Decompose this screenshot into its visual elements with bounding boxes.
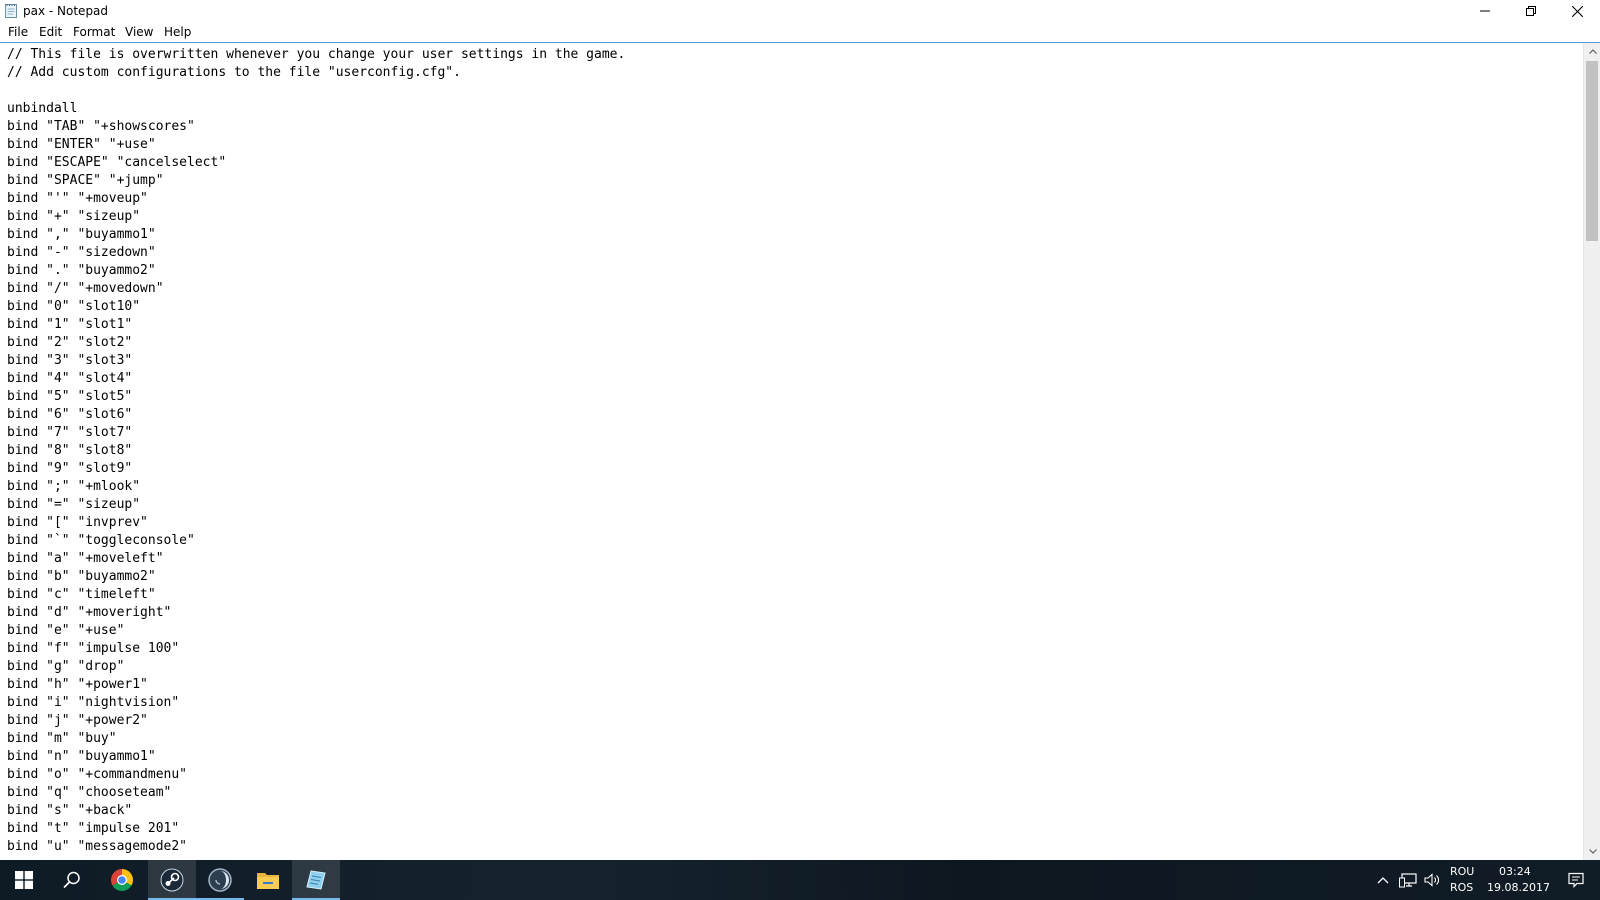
editor-line: bind "f" "impulse 100" [7, 641, 180, 656]
restore-button[interactable] [1508, 0, 1554, 22]
editor-line: bind "o" "+commandmenu" [7, 767, 188, 782]
editor-content[interactable]: // This file is overwritten whenever you… [7, 46, 1577, 856]
editor-line: // This file is overwritten whenever you… [7, 47, 626, 62]
network-button[interactable] [1396, 860, 1420, 900]
editor-line: bind "," "buyammo1" [7, 227, 156, 242]
editor-line: bind "9" "slot9" [7, 461, 133, 476]
clock[interactable]: 03:24 19.08.2017 [1484, 865, 1554, 895]
half-moon-app-icon [208, 868, 232, 892]
editor-line: bind "h" "+power1" [7, 677, 148, 692]
vertical-scrollbar[interactable] [1583, 43, 1600, 860]
app-taskbar-button[interactable] [196, 860, 244, 900]
scroll-down-button[interactable] [1584, 843, 1600, 860]
editor-line: bind "e" "+use" [7, 623, 125, 638]
editor-line: bind "ENTER" "+use" [7, 137, 156, 152]
editor-line: bind "s" "+back" [7, 803, 133, 818]
editor-line: unbindall [7, 101, 78, 116]
notepad-app-icon [4, 3, 18, 18]
editor-line: bind "." "buyammo2" [7, 263, 156, 278]
editor-line: // Add custom configurations to the file… [7, 65, 461, 80]
minimize-button[interactable] [1462, 0, 1508, 22]
keyboard-layout-code: ROS [1450, 881, 1474, 894]
editor-line: bind "6" "slot6" [7, 407, 133, 422]
steam-taskbar-button[interactable] [148, 860, 196, 900]
input-language-indicator[interactable]: ROU ROS [1450, 865, 1482, 895]
menu-bar: File Edit Format View Help [0, 22, 1600, 42]
editor-line: bind "1" "slot1" [7, 317, 133, 332]
editor-line: bind "4" "slot4" [7, 371, 133, 386]
editor-line: bind "0" "slot10" [7, 299, 141, 314]
editor-line: bind "'" "+moveup" [7, 191, 148, 206]
restore-icon [1526, 6, 1536, 16]
menu-format[interactable]: Format [72, 24, 116, 40]
close-icon [1571, 5, 1583, 17]
taskbar: ROU ROS 03:24 19.08.2017 [0, 860, 1600, 900]
editor-line: bind "8" "slot8" [7, 443, 133, 458]
editor-line: bind "5" "slot5" [7, 389, 133, 404]
editor-line: bind "i" "nightvision" [7, 695, 180, 710]
editor-line: bind "`" "toggleconsole" [7, 533, 195, 548]
editor-line: bind "=" "sizeup" [7, 497, 141, 512]
editor-line: bind "7" "slot7" [7, 425, 133, 440]
editor-line: bind "[" "invprev" [7, 515, 148, 530]
notifications-icon [1568, 872, 1584, 888]
start-button[interactable] [0, 860, 48, 900]
title-bar[interactable]: pax - Notepad [0, 0, 1600, 22]
menu-view[interactable]: View [124, 24, 154, 40]
editor-line: bind "a" "+moveleft" [7, 551, 164, 566]
minimize-icon [1480, 10, 1490, 12]
volume-button[interactable] [1420, 860, 1444, 900]
editor-line: bind "ESCAPE" "cancelselect" [7, 155, 227, 170]
chevron-down-icon [1588, 849, 1597, 854]
editor-line: bind "TAB" "+showscores" [7, 119, 195, 134]
editor-line: bind "t" "impulse 201" [7, 821, 180, 836]
search-icon [63, 871, 80, 889]
editor-line: bind "m" "buy" [7, 731, 117, 746]
notepad-icon [306, 870, 326, 890]
chrome-icon [111, 869, 133, 891]
network-icon [1399, 873, 1417, 888]
search-button[interactable] [48, 860, 96, 900]
editor-line: bind "-" "sizedown" [7, 245, 156, 260]
show-hidden-icons-button[interactable] [1372, 860, 1394, 900]
scroll-up-button[interactable] [1584, 43, 1600, 60]
editor-line: bind "2" "slot2" [7, 335, 133, 350]
folder-icon [257, 873, 279, 889]
editor-line: bind "3" "slot3" [7, 353, 133, 368]
windows-logo-icon [15, 871, 33, 889]
scroll-thumb[interactable] [1586, 61, 1598, 241]
editor-line: bind "c" "timeleft" [7, 587, 156, 602]
action-center-button[interactable] [1556, 860, 1596, 900]
editor-line: bind "n" "buyammo1" [7, 749, 156, 764]
menu-file[interactable]: File [7, 24, 29, 40]
editor-line: bind ";" "+mlook" [7, 479, 141, 494]
steam-icon [160, 868, 184, 892]
chrome-taskbar-button[interactable] [98, 860, 146, 900]
text-editor[interactable]: // This file is overwritten whenever you… [0, 42, 1600, 860]
speaker-icon [1424, 873, 1439, 887]
editor-line: bind "q" "chooseteam" [7, 785, 172, 800]
chevron-up-icon [1588, 49, 1597, 54]
editor-line: bind "/" "+movedown" [7, 281, 164, 296]
chevron-up-icon [1377, 877, 1389, 884]
clock-time: 03:24 [1499, 865, 1531, 878]
file-explorer-taskbar-button[interactable] [244, 860, 292, 900]
editor-line: bind "b" "buyammo2" [7, 569, 156, 584]
editor-line: bind "SPACE" "+jump" [7, 173, 164, 188]
editor-line: bind "g" "drop" [7, 659, 125, 674]
menu-edit[interactable]: Edit [38, 24, 63, 40]
menu-help[interactable]: Help [163, 24, 192, 40]
editor-line: bind "+" "sizeup" [7, 209, 141, 224]
editor-line: bind "u" "messagemode2" [7, 839, 188, 854]
clock-date: 19.08.2017 [1487, 881, 1550, 894]
window-title: pax - Notepad [23, 4, 109, 18]
language-code: ROU [1450, 865, 1475, 878]
notepad-taskbar-button[interactable] [292, 860, 340, 900]
close-button[interactable] [1554, 0, 1600, 22]
editor-line: bind "j" "+power2" [7, 713, 148, 728]
editor-line: bind "d" "+moveright" [7, 605, 172, 620]
